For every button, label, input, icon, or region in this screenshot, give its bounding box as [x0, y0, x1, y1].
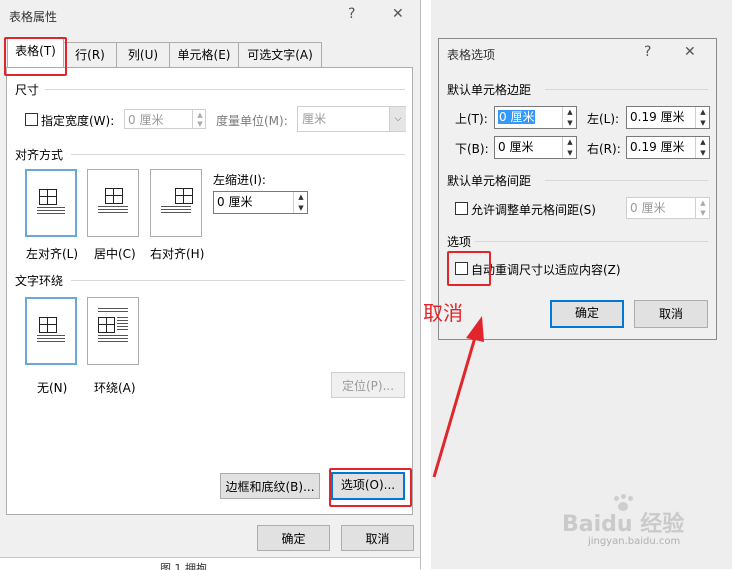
highlight-autoresize-checkbox [447, 251, 491, 286]
options-dialog-title: 表格选项 [447, 48, 496, 62]
wrap-none-lines-icon [37, 335, 65, 344]
annotation-arrow-shaft [432, 333, 478, 478]
size-section-title: 尺寸 [15, 83, 40, 97]
watermark-url: jingyan.baidu.com [588, 536, 681, 547]
size-divider [45, 89, 405, 90]
wrap-around-label: 环绕(A) [94, 381, 136, 395]
margins-section-title: 默认单元格边距 [447, 83, 532, 97]
wrap-around-lines-bottom-icon [98, 335, 128, 343]
cancel-button[interactable]: 取消 [341, 525, 414, 551]
indent-stepper[interactable]: ▲ ▼ [293, 192, 308, 213]
align-center-lines-icon [98, 206, 128, 215]
alignment-section-title: 对齐方式 [15, 148, 64, 162]
wrap-around-icon [98, 317, 115, 333]
spacing-stepper[interactable]: ▲ ▼ [695, 198, 710, 218]
align-right-icon [175, 188, 193, 204]
highlight-options-button [329, 468, 412, 507]
align-left-label: 左对齐(L) [26, 247, 79, 261]
align-right-label: 右对齐(H) [150, 247, 205, 261]
preferred-width-stepper[interactable]: ▲ ▼ [192, 110, 207, 128]
wrap-section-title: 文字环绕 [15, 274, 64, 288]
annotation-arrow [432, 316, 484, 478]
bottom-margin-stepper[interactable]: ▲ ▼ [562, 137, 577, 158]
options-cancel-button[interactable]: 取消 [634, 300, 708, 328]
spacing-divider [545, 180, 708, 181]
tab-column[interactable]: 列(U) [116, 42, 170, 67]
top-margin-stepper[interactable]: ▲ ▼ [562, 107, 577, 128]
align-center-icon [105, 188, 123, 204]
preferred-width-label: 指定宽度(W): [41, 114, 115, 128]
dialog-title: 表格属性 [9, 10, 58, 24]
wrap-none-option[interactable] [25, 297, 77, 365]
align-center-option[interactable] [87, 169, 139, 237]
measure-label: 度量单位(M): [216, 114, 288, 128]
baidu-watermark: Baidu 经验 jingyan.baidu.com [560, 492, 732, 552]
bottom-margin-label: 下(B): [455, 142, 489, 156]
autoresize-label: 自动重调尺寸以适应内容(Z) [471, 263, 621, 277]
wrap-none-icon [39, 317, 57, 333]
align-left-icon [39, 189, 57, 205]
left-margin-label: 左(L): [587, 112, 620, 126]
allow-spacing-checkbox[interactable] [455, 202, 468, 215]
watermark-brand: Baidu 经验 [562, 512, 685, 537]
ok-button[interactable]: 确定 [257, 525, 330, 551]
wrap-divider [71, 280, 405, 281]
options-ok-button[interactable]: 确定 [550, 300, 624, 328]
annotation-arrow-head [466, 316, 484, 342]
align-left-option[interactable] [25, 169, 77, 237]
right-margin-label: 右(R): [587, 142, 621, 156]
margins-divider [545, 89, 708, 90]
table-options-dialog: 表格选项 ? ✕ 默认单元格边距 上(T): 0 厘米 ▲ ▼ 左(L): 0.1… [438, 38, 717, 340]
top-margin-value: 0 厘米 [498, 110, 536, 124]
align-right-lines-icon [161, 206, 191, 215]
align-right-option[interactable] [150, 169, 202, 237]
align-center-label: 居中(C) [94, 247, 136, 261]
close-icon[interactable]: ✕ [392, 6, 404, 22]
allow-spacing-label: 允许调整单元格间距(S) [471, 203, 596, 217]
background-document-strip: 图 1 拥抱 [0, 557, 420, 570]
borders-shading-button[interactable]: 边框和底纹(B)... [220, 473, 320, 499]
alignment-divider [71, 154, 405, 155]
left-margin-stepper[interactable]: ▲ ▼ [695, 107, 710, 128]
indent-label: 左缩进(I): [213, 173, 266, 187]
right-margin-stepper[interactable]: ▲ ▼ [695, 137, 710, 158]
tab-cell[interactable]: 单元格(E) [169, 42, 239, 67]
chevron-down-icon[interactable]: ⌵ [389, 107, 406, 131]
wrap-around-lines-top-icon [98, 308, 128, 314]
positioning-button[interactable]: 定位(P)... [331, 372, 405, 398]
highlight-table-tab [4, 37, 67, 76]
options-close-icon[interactable]: ✕ [684, 44, 696, 60]
preferred-width-checkbox[interactable] [25, 113, 38, 126]
options-section-title: 选项 [447, 235, 472, 249]
wrap-around-option[interactable] [87, 297, 139, 365]
options-divider [475, 241, 708, 242]
options-help-button[interactable]: ? [644, 44, 651, 60]
help-button[interactable]: ? [348, 6, 355, 22]
top-margin-label: 上(T): [455, 112, 488, 126]
tab-row[interactable]: 行(R) [63, 42, 117, 67]
tab-panel: 尺寸 指定宽度(W): 0 厘米 ▲ ▼ 度量单位(M): 厘米 ⌵ 对齐方式 左… [6, 67, 413, 515]
wrap-around-lines-side-icon [117, 317, 128, 332]
tab-alt-text[interactable]: 可选文字(A) [238, 42, 322, 67]
align-left-lines-icon [37, 207, 65, 216]
wrap-none-label: 无(N) [37, 381, 68, 395]
spacing-section-title: 默认单元格间距 [447, 174, 532, 188]
